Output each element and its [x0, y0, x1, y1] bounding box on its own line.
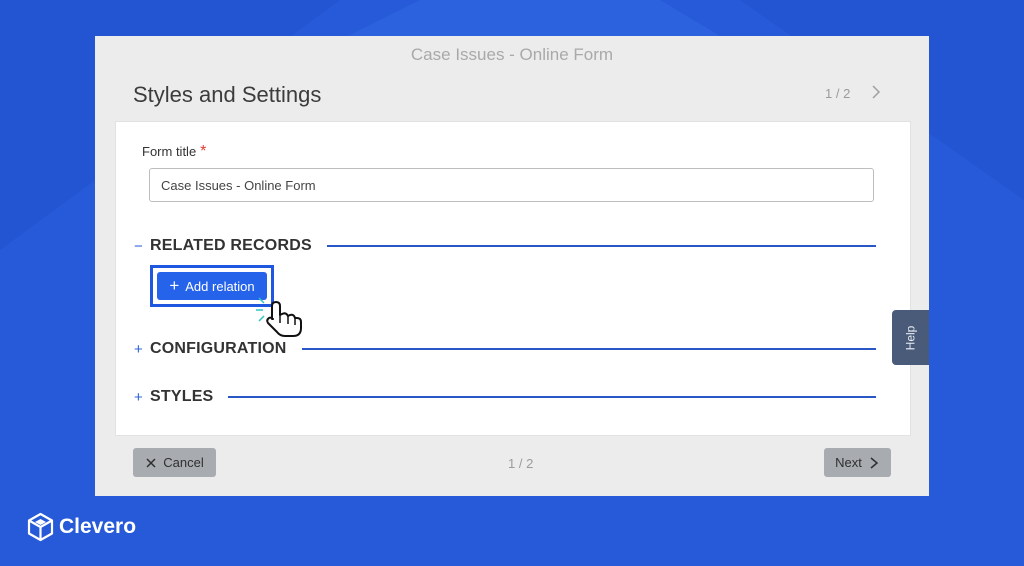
section-label-related-records: RELATED RECORDS — [150, 237, 312, 254]
form-title-label-text: Form title — [142, 144, 197, 159]
add-relation-button[interactable]: + Add relation — [157, 272, 267, 300]
page-indicator-top: 1 / 2 — [825, 86, 851, 101]
chevron-right-icon[interactable] — [869, 84, 883, 100]
expand-icon[interactable]: + — [134, 390, 150, 405]
cancel-button[interactable]: Cancel — [133, 448, 216, 477]
plus-icon: + — [169, 276, 180, 295]
form-title-input[interactable] — [149, 168, 874, 202]
help-label: Help — [903, 325, 918, 350]
cube-icon — [27, 512, 54, 542]
next-button[interactable]: Next — [824, 448, 891, 477]
expand-icon[interactable]: + — [134, 342, 150, 357]
hand-pointer-cursor-icon — [256, 297, 302, 337]
brand-name: Clevero — [59, 515, 137, 538]
section-configuration[interactable]: + CONFIGURATION — [134, 338, 876, 360]
next-label: Next — [835, 455, 862, 470]
close-icon — [146, 457, 156, 468]
collapse-icon[interactable]: − — [134, 239, 150, 254]
page-title: Styles and Settings — [133, 82, 322, 107]
section-divider — [301, 348, 876, 350]
section-label-styles: STYLES — [150, 388, 214, 405]
section-divider — [326, 245, 876, 247]
cancel-label: Cancel — [163, 455, 204, 470]
add-relation-label: Add relation — [185, 278, 255, 294]
required-marker: * — [200, 143, 207, 160]
form-title-label: Form title * — [142, 143, 206, 161]
window-title: Case Issues - Online Form — [410, 45, 614, 64]
form-wizard-dialog: Case Issues - Online Form Styles and Set… — [95, 36, 929, 496]
section-styles[interactable]: + STYLES — [134, 386, 876, 408]
chevron-right-icon — [870, 456, 879, 469]
brand-logo: Clevero — [27, 512, 136, 542]
section-related-records[interactable]: − RELATED RECORDS — [134, 235, 876, 257]
page-indicator-bottom: 1 / 2 — [508, 456, 534, 471]
section-divider — [228, 396, 876, 398]
settings-card: Form title* − RELATED RECORDS + Add rela… — [115, 121, 911, 436]
help-tab[interactable]: Help — [892, 310, 929, 365]
section-label-configuration: CONFIGURATION — [150, 340, 287, 357]
